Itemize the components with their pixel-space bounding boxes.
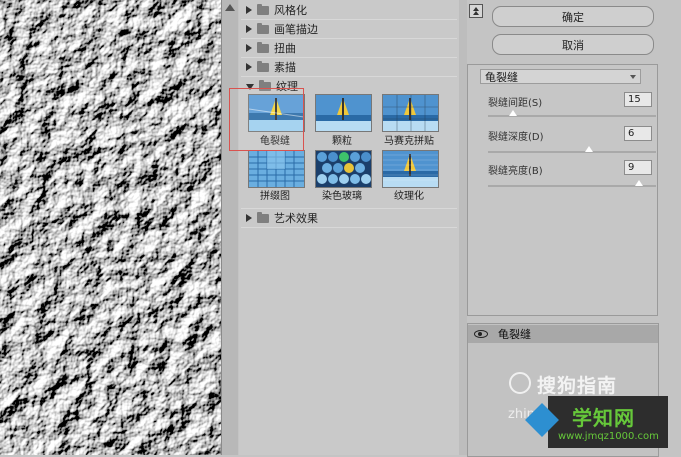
crack-brightness-slider[interactable] [488, 180, 656, 187]
category-artistic[interactable]: 艺术效果 [241, 208, 457, 228]
thumbnail-label: 马赛克拼贴 [384, 136, 434, 147]
folder-icon [257, 211, 269, 223]
sogou-watermark: 搜狗指南 [537, 375, 618, 397]
expand-arrow-icon[interactable] [246, 6, 252, 14]
thumbnail-texturizer[interactable] [382, 150, 439, 188]
expand-arrow-icon[interactable] [246, 25, 252, 33]
filter-dropdown[interactable]: 龟裂缝 [480, 69, 641, 84]
filter-options-panel: 龟裂缝 裂缝间距(S) 15 裂缝深度(D) 6 裂缝亮度(B) 9 [467, 64, 658, 316]
category-label: 素描 [274, 61, 296, 74]
expand-arrow-icon[interactable] [246, 214, 252, 222]
xuezhi-watermark-url: www.jmqz1000.com [558, 431, 659, 442]
category-label: 扭曲 [274, 42, 296, 55]
category-label: 画笔描边 [274, 23, 318, 36]
eye-icon[interactable] [474, 330, 488, 338]
texture-preview-image [0, 0, 221, 455]
category-brush-strokes[interactable]: 画笔描边 [241, 20, 457, 39]
crack-spacing-input[interactable]: 15 [624, 92, 652, 107]
xuezhi-watermark-title: 学知网 [572, 406, 635, 430]
effect-layer-name: 龟裂缝 [498, 328, 531, 341]
gallery-divider [459, 0, 467, 455]
selection-highlight [229, 88, 304, 151]
folder-icon [257, 22, 269, 34]
thumbnail-grain[interactable] [315, 94, 372, 132]
slider-knob[interactable] [635, 180, 644, 186]
crack-spacing-slider[interactable] [488, 110, 656, 117]
thumbnail-label: 拼缀图 [260, 191, 290, 202]
collapse-gallery-icon[interactable] [469, 4, 483, 18]
scroll-up-arrow-icon[interactable] [225, 4, 235, 11]
category-label: 艺术效果 [274, 212, 318, 225]
category-label: 风格化 [274, 4, 307, 17]
filter-gallery: 风格化 画笔描边 扭曲 素描 纹理 龟裂缝 颗粒 马赛克拼贴 拼缀图 染色玻璃 … [239, 0, 460, 455]
crack-brightness-label: 裂缝亮度(B) [488, 166, 543, 177]
filter-dropdown-value: 龟裂缝 [485, 70, 518, 84]
ok-button[interactable]: 确定 [492, 6, 654, 27]
category-sketch[interactable]: 素描 [241, 58, 457, 77]
preview-scrollbar[interactable] [221, 0, 238, 455]
crack-depth-slider[interactable] [488, 146, 656, 153]
category-distort[interactable]: 扭曲 [241, 39, 457, 58]
cancel-button[interactable]: 取消 [492, 34, 654, 55]
crack-depth-label: 裂缝深度(D) [488, 132, 544, 143]
crack-brightness-input[interactable]: 9 [624, 160, 652, 175]
thumbnail-label: 纹理化 [394, 191, 424, 202]
chevron-down-icon[interactable] [630, 75, 636, 79]
folder-icon [257, 3, 269, 15]
folder-icon [257, 41, 269, 53]
slider-knob[interactable] [509, 110, 518, 116]
thumbnail-patchwork[interactable] [248, 150, 305, 188]
crack-spacing-label: 裂缝间距(S) [488, 98, 543, 109]
slider-knob[interactable] [584, 146, 593, 152]
effect-layer-row[interactable]: 龟裂缝 [468, 325, 658, 343]
category-stylize[interactable]: 风格化 [241, 1, 457, 20]
crack-depth-input[interactable]: 6 [624, 126, 652, 141]
expand-arrow-icon[interactable] [246, 44, 252, 52]
folder-icon [257, 60, 269, 72]
thumbnail-stained-glass[interactable] [315, 150, 372, 188]
thumbnail-label: 染色玻璃 [322, 191, 362, 202]
thumbnail-mosaic-tiles[interactable] [382, 94, 439, 132]
thumbnail-label: 颗粒 [332, 136, 352, 147]
preview-canvas [0, 0, 221, 455]
expand-arrow-icon[interactable] [246, 63, 252, 71]
